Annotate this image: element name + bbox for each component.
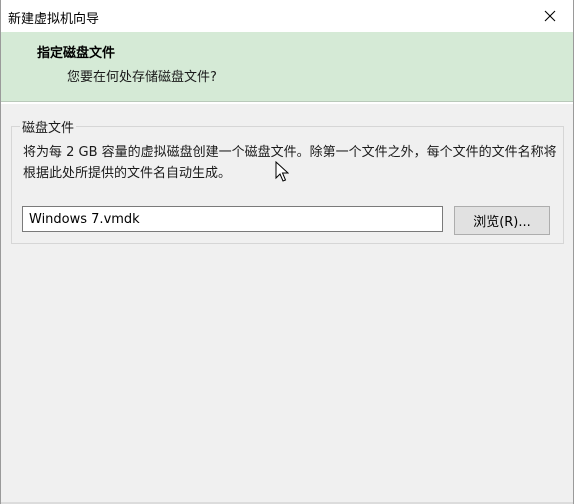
wizard-header: 指定磁盘文件 您要在何处存储磁盘文件? [1,32,573,102]
close-button[interactable] [527,0,573,32]
header-divider [1,102,573,104]
window-title: 新建虚拟机向导 [8,12,100,27]
close-icon [544,10,556,22]
disk-file-input[interactable] [22,206,443,232]
disk-file-description: 将为每 2 GB 容量的虚拟磁盘创建一个磁盘文件。除第一个文件之外，每个文件的文… [23,145,557,181]
title-bar: 新建虚拟机向导 [1,0,573,32]
wizard-window: 新建虚拟机向导 指定磁盘文件 您要在何处存储磁盘文件? 磁盘文件 将为每 2 G… [0,0,574,504]
page-subtitle: 您要在何处存储磁盘文件? [67,70,217,85]
browse-button[interactable]: 浏览(R)... [454,206,550,235]
page-title: 指定磁盘文件 [37,46,116,61]
disk-file-group-label: 磁盘文件 [20,117,77,136]
